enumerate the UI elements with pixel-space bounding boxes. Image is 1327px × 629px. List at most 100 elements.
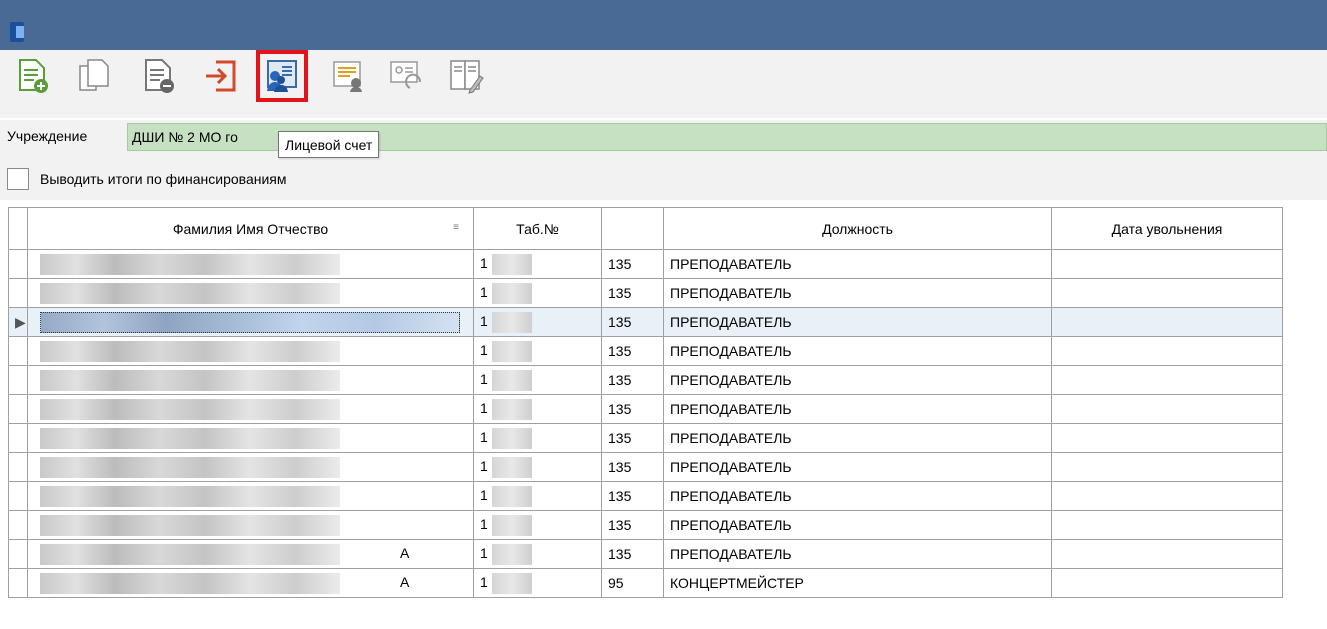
cell-tab-number[interactable]: 1 bbox=[473, 510, 602, 540]
cell-code[interactable]: 135 bbox=[601, 539, 664, 569]
cell-dismissal-date[interactable] bbox=[1051, 249, 1283, 279]
cell-dismissal-date[interactable] bbox=[1051, 510, 1283, 540]
table-row[interactable]: 1 135 ПРЕПОДАВАТЕЛЬ bbox=[8, 336, 1283, 366]
cell-dismissal-date[interactable] bbox=[1051, 539, 1283, 569]
column-header-tab-number[interactable]: Таб.№ bbox=[473, 207, 602, 250]
copy-document-icon[interactable] bbox=[74, 56, 114, 96]
table-row[interactable]: 1 135 ПРЕПОДАВАТЕЛЬ bbox=[8, 423, 1283, 453]
totals-checkbox[interactable] bbox=[7, 168, 29, 190]
cell-tab-number[interactable]: 1 bbox=[473, 452, 602, 482]
cell-fio[interactable] bbox=[27, 307, 474, 337]
cell-code[interactable]: 135 bbox=[601, 278, 664, 308]
cell-fio[interactable] bbox=[27, 452, 474, 482]
cell-position[interactable]: ПРЕПОДАВАТЕЛЬ bbox=[663, 336, 1052, 366]
cell-code[interactable]: 135 bbox=[601, 307, 664, 337]
column-header-code[interactable] bbox=[601, 207, 664, 250]
cell-tab-number[interactable]: 1 bbox=[473, 307, 602, 337]
cell-dismissal-date[interactable] bbox=[1051, 365, 1283, 395]
row-indicator[interactable] bbox=[8, 568, 28, 598]
table-row[interactable]: 1 135 ПРЕПОДАВАТЕЛЬ bbox=[8, 510, 1283, 540]
table-row[interactable]: 1 135 ПРЕПОДАВАТЕЛЬ bbox=[8, 481, 1283, 511]
cell-fio[interactable] bbox=[27, 249, 474, 279]
cell-position[interactable]: ПРЕПОДАВАТЕЛЬ bbox=[663, 481, 1052, 511]
cell-code[interactable]: 95 bbox=[601, 568, 664, 598]
cell-fio[interactable] bbox=[27, 278, 474, 308]
cell-code[interactable]: 135 bbox=[601, 365, 664, 395]
sort-icon[interactable]: ≡ bbox=[453, 222, 459, 233]
cell-position[interactable]: ПРЕПОДАВАТЕЛЬ bbox=[663, 307, 1052, 337]
totals-checkbox-label[interactable]: Выводить итоги по финансированиям bbox=[40, 171, 286, 187]
cell-code[interactable]: 135 bbox=[601, 452, 664, 482]
table-row[interactable]: А 1 135 ПРЕПОДАВАТЕЛЬ bbox=[8, 539, 1283, 569]
cell-tab-number[interactable]: 1 bbox=[473, 249, 602, 279]
row-indicator[interactable] bbox=[8, 423, 28, 453]
cell-position[interactable]: ПРЕПОДАВАТЕЛЬ bbox=[663, 539, 1052, 569]
row-indicator[interactable] bbox=[8, 539, 28, 569]
cell-tab-number[interactable]: 1 bbox=[473, 336, 602, 366]
add-document-icon[interactable] bbox=[12, 56, 52, 96]
column-header-dismissal-date[interactable]: Дата увольнения bbox=[1051, 207, 1283, 250]
cell-position[interactable]: ПРЕПОДАВАТЕЛЬ bbox=[663, 423, 1052, 453]
row-indicator[interactable]: ▶ bbox=[8, 307, 28, 337]
cell-fio[interactable] bbox=[27, 365, 474, 395]
cell-dismissal-date[interactable] bbox=[1051, 307, 1283, 337]
row-indicator[interactable] bbox=[8, 336, 28, 366]
row-indicator[interactable] bbox=[8, 278, 28, 308]
table-row[interactable]: 1 135 ПРЕПОДАВАТЕЛЬ bbox=[8, 365, 1283, 395]
cell-fio[interactable] bbox=[27, 481, 474, 511]
row-indicator[interactable] bbox=[8, 394, 28, 424]
personal-account-icon[interactable] bbox=[256, 50, 308, 102]
cell-code[interactable]: 135 bbox=[601, 510, 664, 540]
edit-document-icon[interactable] bbox=[446, 56, 486, 96]
cell-tab-number[interactable]: 1 bbox=[473, 278, 602, 308]
table-row[interactable]: 1 135 ПРЕПОДАВАТЕЛЬ bbox=[8, 394, 1283, 424]
cell-position[interactable]: ПРЕПОДАВАТЕЛЬ bbox=[663, 365, 1052, 395]
cell-tab-number[interactable]: 1 bbox=[473, 481, 602, 511]
cell-tab-number[interactable]: 1 bbox=[473, 539, 602, 569]
cell-code[interactable]: 135 bbox=[601, 481, 664, 511]
column-header-position[interactable]: Должность bbox=[663, 207, 1052, 250]
cell-position[interactable]: ПРЕПОДАВАТЕЛЬ bbox=[663, 510, 1052, 540]
cell-position[interactable]: ПРЕПОДАВАТЕЛЬ bbox=[663, 278, 1052, 308]
cell-tab-number[interactable]: 1 bbox=[473, 568, 602, 598]
cell-tab-number[interactable]: 1 bbox=[473, 423, 602, 453]
cell-dismissal-date[interactable] bbox=[1051, 336, 1283, 366]
cell-code[interactable]: 135 bbox=[601, 336, 664, 366]
exit-icon[interactable] bbox=[200, 56, 240, 96]
cell-fio[interactable] bbox=[27, 336, 474, 366]
row-indicator[interactable] bbox=[8, 510, 28, 540]
cell-dismissal-date[interactable] bbox=[1051, 481, 1283, 511]
table-row[interactable]: А 1 95 КОНЦЕРТМЕЙСТЕР bbox=[8, 568, 1283, 598]
cell-fio[interactable]: А bbox=[27, 539, 474, 569]
cell-fio[interactable] bbox=[27, 510, 474, 540]
cell-position[interactable]: ПРЕПОДАВАТЕЛЬ bbox=[663, 249, 1052, 279]
cell-tab-number[interactable]: 1 bbox=[473, 365, 602, 395]
cell-fio[interactable] bbox=[27, 394, 474, 424]
delete-document-icon[interactable] bbox=[138, 56, 178, 96]
table-row[interactable]: 1 135 ПРЕПОДАВАТЕЛЬ bbox=[8, 452, 1283, 482]
row-indicator[interactable] bbox=[8, 452, 28, 482]
table-row[interactable]: ▶ 1 135 ПРЕПОДАВАТЕЛЬ bbox=[8, 307, 1283, 337]
cell-code[interactable]: 135 bbox=[601, 249, 664, 279]
column-header-fio[interactable]: Фамилия Имя Отчество ≡ bbox=[27, 207, 474, 250]
row-indicator[interactable] bbox=[8, 249, 28, 279]
cell-dismissal-date[interactable] bbox=[1051, 278, 1283, 308]
cell-position[interactable]: ПРЕПОДАВАТЕЛЬ bbox=[663, 452, 1052, 482]
card-refresh-icon[interactable] bbox=[386, 56, 426, 96]
payslip-icon[interactable] bbox=[328, 56, 368, 96]
table-row[interactable]: 1 135 ПРЕПОДАВАТЕЛЬ bbox=[8, 278, 1283, 308]
cell-fio[interactable] bbox=[27, 423, 474, 453]
cell-position[interactable]: ПРЕПОДАВАТЕЛЬ bbox=[663, 394, 1052, 424]
row-indicator[interactable] bbox=[8, 481, 28, 511]
table-row[interactable]: 1 135 ПРЕПОДАВАТЕЛЬ bbox=[8, 249, 1283, 279]
row-indicator[interactable] bbox=[8, 365, 28, 395]
cell-tab-number[interactable]: 1 bbox=[473, 394, 602, 424]
cell-dismissal-date[interactable] bbox=[1051, 394, 1283, 424]
cell-code[interactable]: 135 bbox=[601, 423, 664, 453]
cell-position[interactable]: КОНЦЕРТМЕЙСТЕР bbox=[663, 568, 1052, 598]
cell-fio[interactable]: А bbox=[27, 568, 474, 598]
cell-dismissal-date[interactable] bbox=[1051, 452, 1283, 482]
cell-dismissal-date[interactable] bbox=[1051, 568, 1283, 598]
cell-dismissal-date[interactable] bbox=[1051, 423, 1283, 453]
cell-code[interactable]: 135 bbox=[601, 394, 664, 424]
